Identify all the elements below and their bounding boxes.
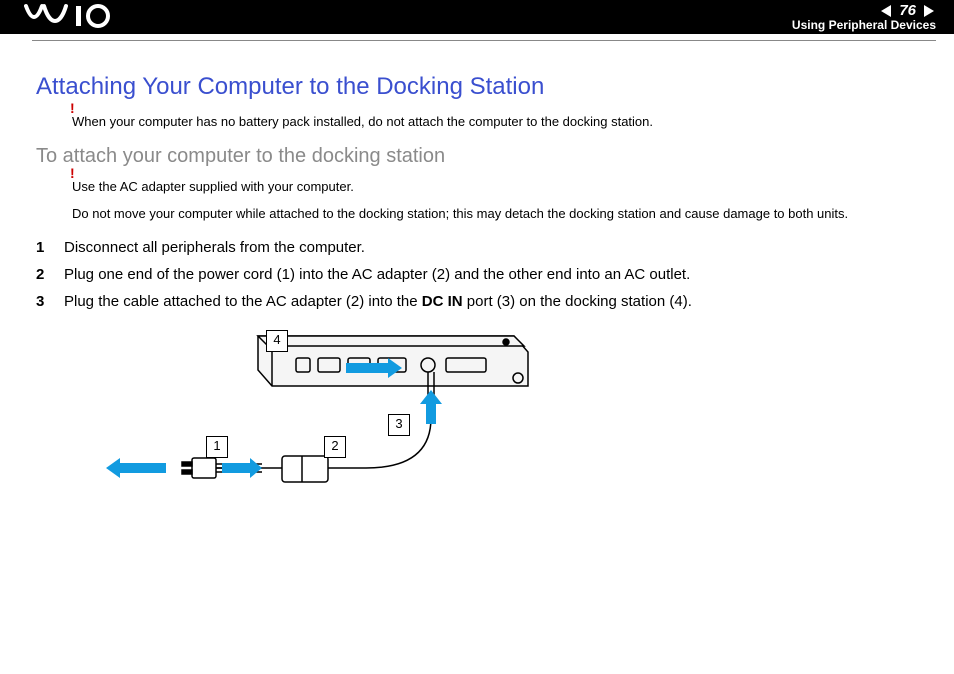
step-1: 1 Disconnect all peripherals from the co… xyxy=(36,237,918,258)
page-content: Attaching Your Computer to the Docking S… xyxy=(0,41,954,528)
arrow-icon xyxy=(106,458,166,478)
page-number: 76 xyxy=(899,2,916,19)
callout-3: 3 xyxy=(388,414,410,436)
callout-1: 1 xyxy=(206,436,228,458)
caution-no-battery: When your computer has no battery pack i… xyxy=(72,113,918,131)
arrow-icon xyxy=(222,458,262,478)
callout-4: 4 xyxy=(266,330,288,352)
step-number: 1 xyxy=(36,237,64,258)
step-text: Plug one end of the power cord (1) into … xyxy=(64,264,690,285)
next-page-arrow-icon[interactable] xyxy=(922,4,936,18)
header-bar: 76 Using Peripheral Devices xyxy=(0,0,954,34)
step-3: 3 Plug the cable attached to the AC adap… xyxy=(36,291,918,312)
step-number: 2 xyxy=(36,264,64,285)
vaio-logo xyxy=(24,2,120,30)
section-breadcrumb: Using Peripheral Devices xyxy=(792,18,936,32)
docking-station-figure: 4 3 2 1 xyxy=(96,328,536,528)
page-title: Attaching Your Computer to the Docking S… xyxy=(36,73,918,101)
prev-page-arrow-icon[interactable] xyxy=(879,4,893,18)
procedure-heading: To attach your computer to the docking s… xyxy=(36,145,918,168)
step-list: 1 Disconnect all peripherals from the co… xyxy=(36,237,918,312)
callout-2: 2 xyxy=(324,436,346,458)
arrow-icon xyxy=(346,358,402,378)
page-nav: 76 xyxy=(879,2,936,19)
step-number: 3 xyxy=(36,291,64,312)
step-text: Plug the cable attached to the AC adapte… xyxy=(64,291,692,312)
figure-illustration xyxy=(96,328,536,528)
caution-do-not-move: Do not move your computer while attached… xyxy=(72,205,918,223)
caution-ac-adapter: Use the AC adapter supplied with your co… xyxy=(72,178,918,196)
step-text: Disconnect all peripherals from the comp… xyxy=(64,237,365,258)
arrow-icon xyxy=(414,390,448,424)
step-2: 2 Plug one end of the power cord (1) int… xyxy=(36,264,918,285)
